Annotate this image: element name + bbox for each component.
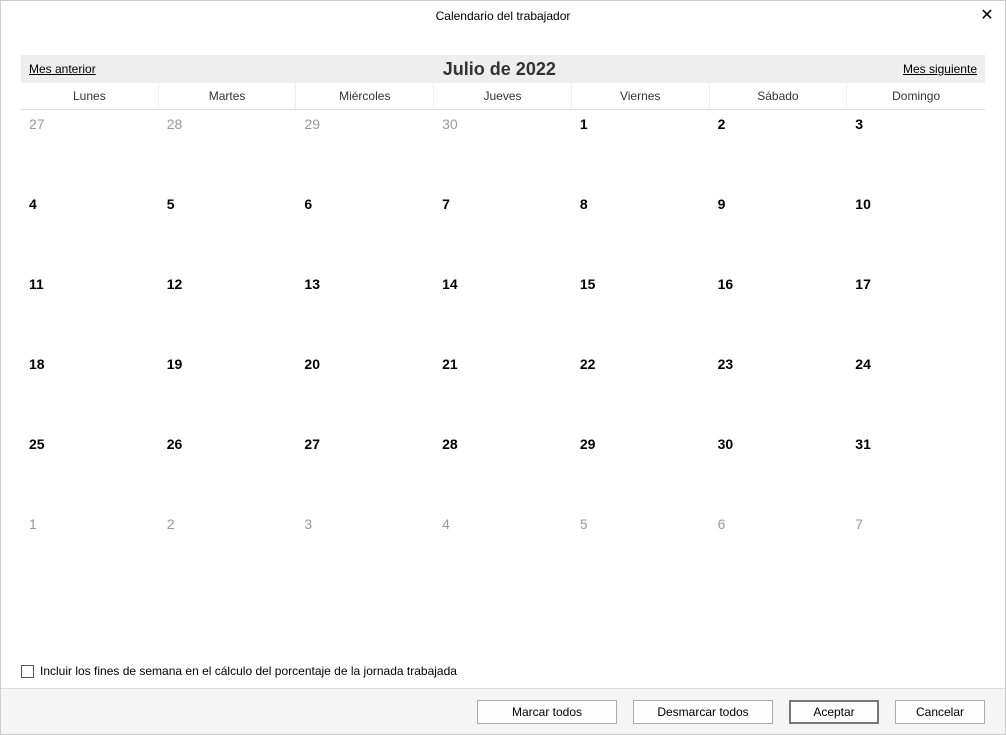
weekday-heading: Sábado bbox=[710, 83, 848, 109]
calendar-day[interactable]: 6 bbox=[710, 510, 848, 590]
calendar-day[interactable]: 1 bbox=[572, 110, 710, 190]
accept-button[interactable]: Aceptar bbox=[789, 700, 879, 724]
calendar-day[interactable]: 29 bbox=[572, 430, 710, 510]
calendar-day[interactable]: 10 bbox=[847, 190, 985, 270]
calendar-day[interactable]: 22 bbox=[572, 350, 710, 430]
next-month-link[interactable]: Mes siguiente bbox=[903, 62, 977, 76]
calendar-day[interactable]: 18 bbox=[21, 350, 159, 430]
calendar-day[interactable]: 27 bbox=[296, 430, 434, 510]
calendar-day[interactable]: 21 bbox=[434, 350, 572, 430]
calendar-day[interactable]: 13 bbox=[296, 270, 434, 350]
calendar-day[interactable]: 8 bbox=[572, 190, 710, 270]
calendar-day[interactable]: 25 bbox=[21, 430, 159, 510]
calendar-day[interactable]: 5 bbox=[159, 190, 297, 270]
calendar-day[interactable]: 28 bbox=[159, 110, 297, 190]
calendar-day[interactable]: 12 bbox=[159, 270, 297, 350]
options-row: Incluir los fines de semana en el cálcul… bbox=[21, 664, 985, 678]
calendar-day[interactable]: 30 bbox=[710, 430, 848, 510]
weekday-heading: Martes bbox=[159, 83, 297, 109]
calendar-grid: 2728293012345678910111213141516171819202… bbox=[21, 110, 985, 590]
window-title: Calendario del trabajador bbox=[436, 9, 571, 23]
calendar-day[interactable]: 9 bbox=[710, 190, 848, 270]
calendar-day[interactable]: 28 bbox=[434, 430, 572, 510]
titlebar: Calendario del trabajador ✕ bbox=[1, 1, 1005, 31]
calendar-day[interactable]: 2 bbox=[159, 510, 297, 590]
close-icon: ✕ bbox=[980, 5, 993, 25]
calendar-day[interactable]: 6 bbox=[296, 190, 434, 270]
weekday-heading: Miércoles bbox=[296, 83, 434, 109]
calendar-day[interactable]: 23 bbox=[710, 350, 848, 430]
month-header: Mes anterior Julio de 2022 Mes siguiente bbox=[21, 55, 985, 83]
calendar-day[interactable]: 3 bbox=[847, 110, 985, 190]
calendar-day[interactable]: 7 bbox=[434, 190, 572, 270]
calendar-day[interactable]: 14 bbox=[434, 270, 572, 350]
cancel-button[interactable]: Cancelar bbox=[895, 700, 985, 724]
unmark-all-button[interactable]: Desmarcar todos bbox=[633, 700, 773, 724]
weekday-heading: Viernes bbox=[572, 83, 710, 109]
include-weekends-checkbox[interactable] bbox=[21, 665, 34, 678]
prev-month-link[interactable]: Mes anterior bbox=[29, 62, 96, 76]
month-title: Julio de 2022 bbox=[443, 59, 556, 80]
weekday-heading: Domingo bbox=[847, 83, 985, 109]
weekday-heading: Lunes bbox=[21, 83, 159, 109]
calendar-day[interactable]: 2 bbox=[710, 110, 848, 190]
calendar-day[interactable]: 1 bbox=[21, 510, 159, 590]
calendar-day[interactable]: 27 bbox=[21, 110, 159, 190]
calendar-day[interactable]: 5 bbox=[572, 510, 710, 590]
calendar-day[interactable]: 15 bbox=[572, 270, 710, 350]
calendar-day[interactable]: 29 bbox=[296, 110, 434, 190]
calendar-day[interactable]: 16 bbox=[710, 270, 848, 350]
calendar-day[interactable]: 11 bbox=[21, 270, 159, 350]
weekday-header: LunesMartesMiércolesJuevesViernesSábadoD… bbox=[21, 83, 985, 110]
close-button[interactable]: ✕ bbox=[977, 5, 997, 25]
calendar-day[interactable]: 19 bbox=[159, 350, 297, 430]
button-bar: Marcar todos Desmarcar todos Aceptar Can… bbox=[1, 688, 1005, 734]
calendar-day[interactable]: 4 bbox=[21, 190, 159, 270]
calendar: LunesMartesMiércolesJuevesViernesSábadoD… bbox=[21, 83, 985, 590]
include-weekends-label: Incluir los fines de semana en el cálcul… bbox=[40, 664, 457, 678]
mark-all-button[interactable]: Marcar todos bbox=[477, 700, 617, 724]
calendar-day[interactable]: 20 bbox=[296, 350, 434, 430]
calendar-day[interactable]: 26 bbox=[159, 430, 297, 510]
calendar-day[interactable]: 24 bbox=[847, 350, 985, 430]
calendar-day[interactable]: 4 bbox=[434, 510, 572, 590]
calendar-day[interactable]: 3 bbox=[296, 510, 434, 590]
calendar-day[interactable]: 17 bbox=[847, 270, 985, 350]
calendar-day[interactable]: 7 bbox=[847, 510, 985, 590]
weekday-heading: Jueves bbox=[434, 83, 572, 109]
calendar-day[interactable]: 31 bbox=[847, 430, 985, 510]
calendar-day[interactable]: 30 bbox=[434, 110, 572, 190]
